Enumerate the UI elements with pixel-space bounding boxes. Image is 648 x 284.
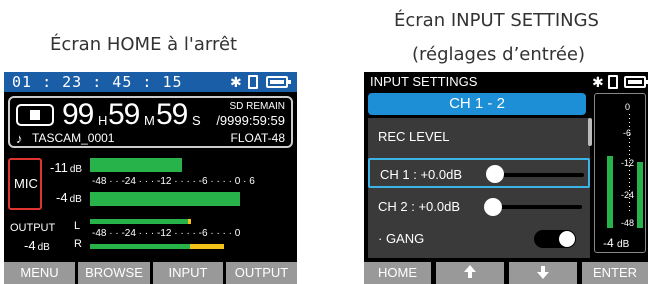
ch1-slider-track[interactable] (494, 173, 584, 177)
stop-icon (16, 104, 54, 126)
ch1-slider-knob[interactable] (486, 165, 504, 183)
mic-meter-scale: -48 · · -24 · · · -12 · · · · -6 · · · ·… (92, 176, 255, 187)
seconds-value: 59 (156, 98, 188, 131)
home-caption: Écran HOME à l'arrêt (50, 34, 238, 55)
mic-input-box: MIC (8, 158, 42, 210)
ch2-slider-knob[interactable] (484, 198, 502, 216)
sd-card-icon (248, 75, 258, 89)
down-button[interactable] (509, 262, 577, 284)
minutes-unit: M (144, 113, 155, 128)
menu-button[interactable]: MENU (4, 262, 75, 284)
home-button[interactable]: HOME (364, 262, 431, 284)
down-arrow-icon (537, 272, 549, 279)
output-db: -4 dB (24, 238, 50, 253)
output-meter-scale: -48 · · -24 · · · -12 · · · · -6 · · · ·… (92, 228, 241, 239)
browse-button[interactable]: BROWSE (78, 262, 150, 284)
ch1-level-label: CH 1 : +0.0dB (380, 167, 463, 182)
meter-tick-12: -12 (621, 158, 635, 168)
gang-label: · GANG (378, 231, 425, 246)
output-meter-bar-right (90, 244, 190, 249)
ch2-slider-track[interactable] (492, 205, 582, 209)
mic-meter-bar-2 (90, 192, 240, 206)
output-meter-bar-left (90, 219, 190, 224)
file-format: FLOAT-48 (230, 131, 285, 145)
channel-tab[interactable]: CH 1 - 2 (368, 93, 586, 115)
input-button[interactable]: INPUT (153, 262, 223, 284)
meter-tick-48: -48 (621, 218, 635, 228)
ch2-level-row[interactable]: CH 2 : +0.0dB (368, 192, 590, 222)
input-caption-line2: (réglages d’entrée) (412, 44, 586, 65)
output-meter-yellow-right (190, 244, 224, 249)
enter-button[interactable]: ENTER (582, 262, 648, 284)
input-settings-title: INPUT SETTINGS (370, 74, 478, 89)
output-left-label: L (74, 220, 81, 232)
output-label: OUTPUT (10, 222, 56, 234)
battery-icon (266, 76, 291, 88)
sd-remain-label: SD REMAIN (229, 101, 285, 112)
input-settings-screen: INPUT SETTINGS ✱ CH 1 - 2 REC LEVEL CH 1… (364, 72, 648, 284)
mic-db-1: -11 dB (50, 160, 83, 175)
home-screen: 01 : 23 : 45 : 15 ✱ 99 H 59 M 59 S SD RE… (4, 72, 297, 284)
settings-scrollbar[interactable] (588, 118, 592, 146)
mic-label: MIC (14, 176, 38, 191)
output-right-label: R (74, 238, 82, 250)
status-bar: 01 : 23 : 45 : 15 ✱ (4, 72, 297, 92)
music-note-icon: ♪ (16, 131, 23, 146)
meter-tick-0: 0 (625, 102, 631, 112)
meter-scale-dots (629, 114, 630, 214)
up-arrow-stem (468, 272, 472, 278)
hours-unit: H (98, 113, 108, 128)
bluetooth-icon: ✱ (230, 74, 242, 90)
up-arrow-icon (464, 265, 476, 272)
ch2-level-label: CH 2 : +0.0dB (378, 199, 461, 214)
input-status-bar: INPUT SETTINGS ✱ (364, 72, 648, 92)
gang-toggle[interactable] (534, 230, 576, 248)
sd-card-icon (608, 75, 618, 89)
output-button[interactable]: OUTPUT (226, 262, 297, 284)
meter-bar-ch2 (637, 162, 643, 228)
minutes-value: 59 (108, 98, 140, 131)
hours-value: 99 (62, 98, 94, 131)
bluetooth-icon: ✱ (592, 74, 604, 90)
mic-db-2: -4 dB (56, 190, 82, 205)
meter-bar-ch1 (607, 156, 613, 228)
level-meter-panel: 0 -6 -12 -24 -48 -4 dB (594, 93, 646, 253)
remain-time: /9999:59:59 (216, 113, 285, 128)
input-softkeys: HOME ENTER (364, 262, 648, 284)
up-button[interactable] (436, 262, 504, 284)
home-softkeys: MENU BROWSE INPUT OUTPUT (4, 262, 297, 284)
meter-db-value: -4 dB (603, 236, 630, 250)
seconds-unit: S (192, 113, 201, 128)
ch1-level-row[interactable]: CH 1 : +0.0dB (368, 158, 590, 188)
battery-icon (624, 76, 648, 88)
output-meter-peak-left (188, 219, 191, 224)
file-name: TASCAM_0001 (32, 131, 115, 145)
input-caption-line1: Écran INPUT SETTINGS (394, 10, 599, 31)
counter-box: 99 H 59 M 59 S SD REMAIN /9999:59:59 ♪ T… (8, 96, 293, 148)
settings-panel: REC LEVEL CH 1 : +0.0dB CH 2 : +0.0dB · … (368, 118, 590, 258)
gang-row[interactable]: · GANG (368, 224, 590, 254)
mic-meter-bar-1 (90, 158, 182, 172)
rec-level-header: REC LEVEL (378, 129, 450, 144)
time-display: 01 : 23 : 45 : 15 (12, 73, 183, 91)
meter-tick-24: -24 (621, 190, 635, 200)
